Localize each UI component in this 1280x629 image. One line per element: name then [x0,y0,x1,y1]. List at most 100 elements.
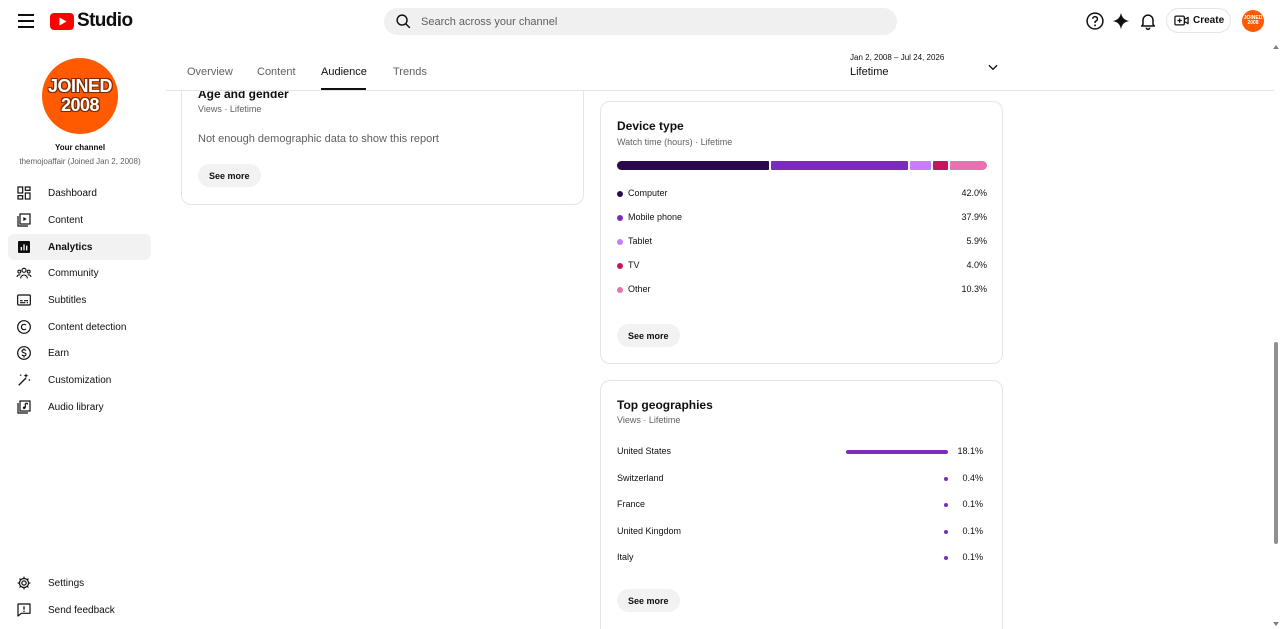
sidebar-item-dashboard[interactable]: Dashboard [8,180,151,206]
community-icon [16,267,32,279]
geography-row[interactable]: United States 18.1% [617,445,983,459]
create-label: Create [1193,15,1225,26]
device-value: 37.9% [961,212,987,222]
sidebar-item-label: Dashboard [48,187,97,199]
sidebar-item-label: Analytics [48,241,93,253]
channel-avatar-line-1: JOINED [47,76,113,96]
studio-logo[interactable]: Studio [50,10,133,32]
search-input[interactable] [421,15,861,28]
tab-overview[interactable]: Overview [187,66,233,78]
logo-text: Studio [77,10,133,31]
geography-share-bar [944,503,948,508]
sidebar-item-label: Audio library [48,401,104,413]
geography-row[interactable]: Italy 0.1% [617,551,983,565]
active-tab-indicator [321,88,366,90]
legend-dot [617,287,623,293]
country-name: Italy [617,552,634,563]
sidebar-item-community[interactable]: Community [8,260,151,286]
device-name: TV [628,260,640,270]
device-row: Computer 42.0% [617,187,987,201]
scroll-up-arrow-icon[interactable] [1273,44,1279,50]
device-share-segment[interactable] [949,161,987,170]
youtube-logo-icon [50,12,74,30]
scroll-down-arrow-icon[interactable] [1273,621,1279,627]
sidebar-item-label: Content [48,214,84,226]
device-share-segment[interactable] [617,161,769,170]
subtitles-icon [17,294,31,306]
top-geographies-card: Top geographies Views · Lifetime United … [600,380,1003,629]
date-range-text: Jan 2, 2008 – Jul 24, 2026 [850,53,945,62]
date-range-label: Lifetime [850,66,889,78]
country-value: 0.4% [962,472,983,483]
search-bar[interactable] [384,8,897,35]
dashboard-icon [17,186,31,200]
tab-trends[interactable]: Trends [393,66,427,78]
country-name: Switzerland [617,472,664,483]
channel-avatar[interactable]: JOINED 2008 [42,58,118,134]
sidebar-item-analytics[interactable]: Analytics [8,234,151,260]
device-row: TV 4.0% [617,259,987,273]
country-value: 18.1% [957,446,983,456]
device-name: Tablet [628,236,653,246]
help-icon[interactable] [1085,11,1105,31]
sidebar-item-label: Customization [48,374,112,386]
create-button[interactable]: Create [1166,8,1231,33]
device-share-segment[interactable] [909,161,932,170]
see-more-button[interactable]: See more [617,324,680,347]
notifications-bell-icon[interactable] [1138,11,1158,31]
sidebar-item-earn[interactable]: Earn [8,340,151,366]
magic-wand-icon [18,373,31,386]
geography-row[interactable]: United Kingdom 0.1% [617,525,983,539]
device-share-segment[interactable] [933,161,948,170]
country-value: 0.1% [962,552,983,563]
card-subtitle: Views · Lifetime [617,415,681,425]
sidebar-item-send-feedback[interactable]: Send feedback [8,597,151,623]
chevron-down-icon [988,64,998,71]
account-avatar[interactable]: JOINED 2008 [1242,10,1264,32]
page-scrollbar[interactable] [1272,42,1280,629]
device-name: Computer [628,188,668,198]
tab-content[interactable]: Content [257,66,296,78]
legend-dot [617,239,623,245]
sidebar-item-content-detection[interactable]: Content detection [8,314,151,340]
gear-icon [17,576,31,590]
menu-icon[interactable] [14,9,38,33]
sidebar-item-label: Subtitles [48,294,87,306]
scroll-thumb[interactable] [1274,342,1278,544]
country-value: 0.1% [962,525,983,536]
sparkle-icon[interactable] [1111,11,1131,31]
analytics-icon [18,241,30,253]
search-icon [396,14,411,29]
sidebar-item-content[interactable]: Content [8,207,151,233]
sidebar-item-label: Content detection [48,321,127,333]
device-name: Other [628,284,651,294]
top-bar: Studio Create JOINED 2008 [0,0,1280,42]
sidebar-item-label: Community [48,267,99,279]
channel-avatar-line-2: 2008 [60,95,100,115]
device-row: Mobile phone 37.9% [617,211,987,225]
sidebar-item-label: Settings [48,577,85,589]
device-value: 5.9% [966,236,987,246]
sidebar-item-audio-library[interactable]: Audio library [8,394,151,420]
device-name: Mobile phone [628,212,683,222]
card-title: Device type [617,119,684,133]
see-more-button[interactable]: See more [617,589,680,612]
see-more-button[interactable]: See more [198,164,261,187]
legend-dot [617,191,623,197]
account-avatar-line-2: 2008 [1247,20,1259,26]
sidebar-item-customization[interactable]: Customization [8,367,151,393]
geography-share-bar [944,476,948,481]
device-share-segment[interactable] [770,161,908,170]
card-subtitle: Watch time (hours) · Lifetime [617,137,733,147]
video-camera-plus-icon [1174,15,1189,26]
date-range-picker[interactable]: Jan 2, 2008 – Jul 24, 2026 Lifetime [850,52,1000,84]
device-value: 10.3% [961,284,987,294]
channel-info: themojoaffair (Joined Jan 2, 2008) [19,157,141,166]
card-subtitle: Views · Lifetime [198,104,262,114]
geography-row[interactable]: Switzerland 0.4% [617,472,983,486]
sidebar-item-settings[interactable]: Settings [8,570,151,596]
sidebar-item-label: Send feedback [48,604,115,616]
geography-row[interactable]: France 0.1% [617,498,983,512]
sidebar-item-subtitles[interactable]: Subtitles [8,287,151,313]
tab-audience[interactable]: Audience [321,66,367,78]
